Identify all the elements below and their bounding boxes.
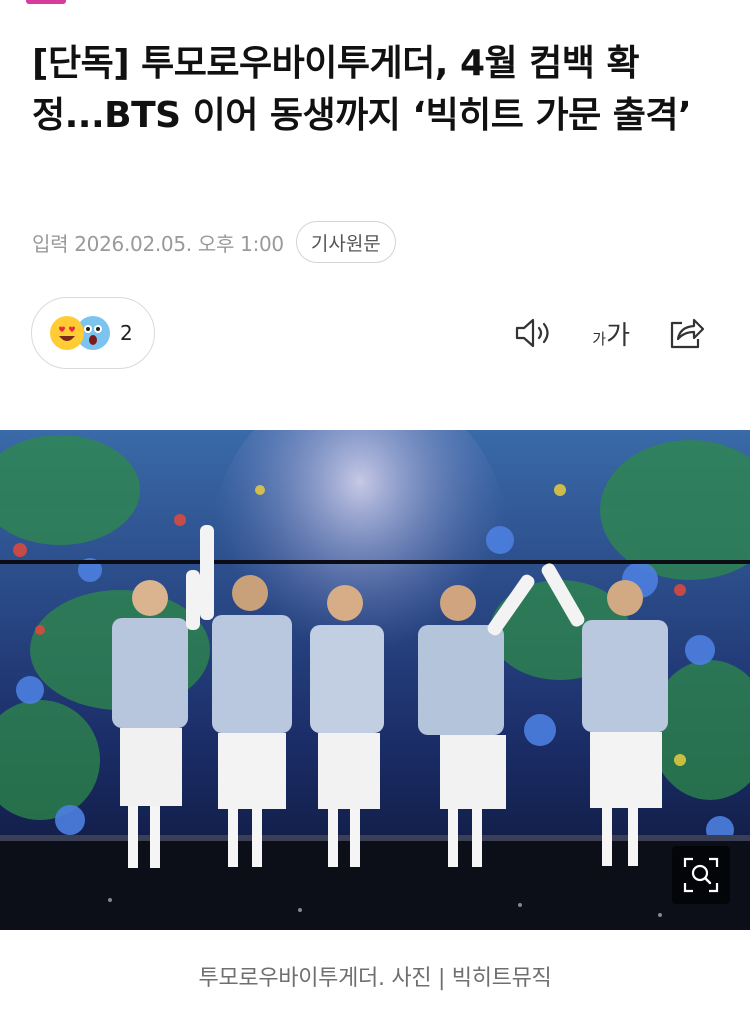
font-size-large-label: 가: [606, 320, 630, 351]
reaction-count: 2: [120, 321, 133, 345]
font-size-small-label: 가: [592, 329, 607, 348]
font-size-button[interactable]: 가 가: [592, 310, 630, 356]
speaker-button[interactable]: [514, 310, 554, 356]
article-toolbar: 가 가: [476, 310, 706, 356]
article-photo[interactable]: [0, 430, 750, 930]
reaction-button[interactable]: 2: [31, 297, 155, 369]
zoom-icon: [683, 857, 719, 893]
publish-date: 입력 2026.02.05. 오후 1:00: [32, 231, 284, 256]
article-meta: 입력 2026.02.05. 오후 1:00 기사원문: [32, 220, 396, 264]
heart-eyes-emoji-icon: [50, 316, 84, 350]
share-button[interactable]: [668, 310, 706, 356]
photo-caption: 투모로우바이투게더. 사진 | 빅히트뮤직: [198, 966, 552, 991]
original-article-button[interactable]: 기사원문: [295, 221, 396, 263]
zoom-button[interactable]: [672, 846, 730, 904]
speaker-icon: [516, 318, 549, 348]
concert-stage-photo: [0, 430, 750, 930]
share-icon: [670, 318, 705, 349]
top-accent-bar: [26, 0, 66, 4]
font-size-icon: 가 가: [592, 315, 630, 352]
original-article-label: 기사원문: [310, 232, 381, 255]
article-headline: [단독] 투모로우바이투게더, 4월 컴백 확정...BTS 이어 동생까지 ‘…: [32, 43, 692, 136]
